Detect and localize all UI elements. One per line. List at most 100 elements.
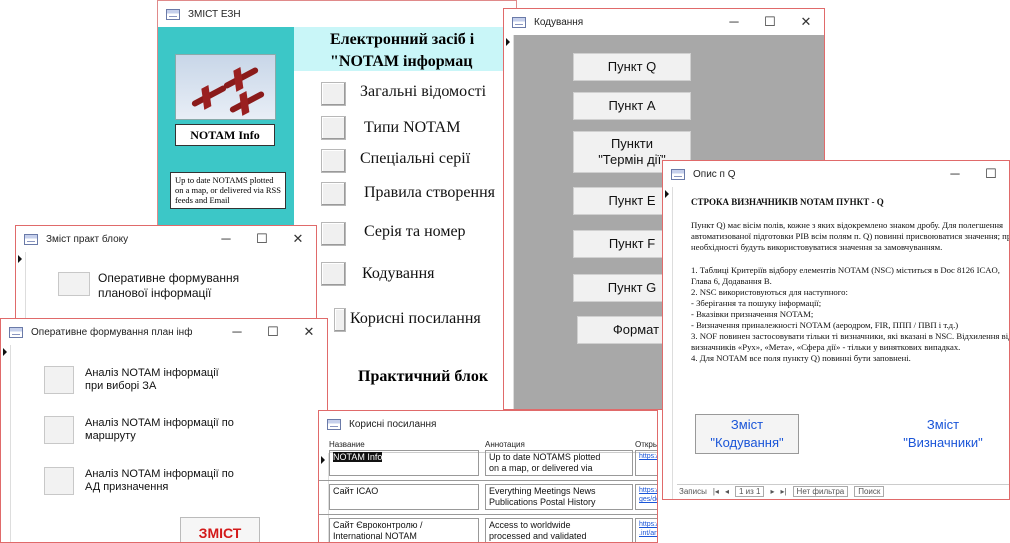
record-navigation: Записы |◂ ◂ 1 из 1 ▸ ▸| Нет фильтра Поис… [677,484,1009,498]
link-annotation-cell[interactable]: Access to worldwide processed and valida… [485,518,633,542]
notam-description: Up to date NOTAMS plotted on a map, or d… [170,172,286,209]
form-icon [327,418,341,430]
description-q-window: Опис п Q ─ ☐ СТРОКА ВИЗНАЧНИКІВ NOTAM ПУ… [662,160,1010,500]
main-title: ЗМІСТ ЕЗН [188,8,241,20]
button-punkt-q[interactable]: Пункт Q [573,53,691,81]
analysis-route-label: Аналіз NOTAM інформації по маршруту [85,417,234,442]
link-annotation-cell[interactable]: Up to date NOTAMS plotted on a map, or d… [485,450,633,476]
menu-label: Серія та номер [364,223,466,240]
menu-button-coding[interactable] [321,262,346,286]
link-url-cell[interactable]: https://www.eurocontrol .int/articles/in… [635,518,657,542]
analysis-route-button[interactable] [44,416,74,444]
menu-label: Загальні відомості [360,83,487,100]
analysis-destination-label: Аналіз NOTAM інформації по АД призначенн… [85,468,234,493]
practical-block-heading: Практичний блок [358,368,489,385]
form-icon [671,168,685,180]
table-row[interactable]: Сайт Євроконтролю / International NOTAM … [319,515,657,542]
jets-photo [175,54,276,120]
operative-title: Оперативне формування план інф [31,326,193,338]
menu-button-links[interactable] [334,308,346,332]
description-item: 3. NOF повинен застосовувати тільки ті в… [691,331,1010,352]
link-url-cell[interactable]: https:// ges/de... [635,484,657,510]
link-name-cell[interactable]: NOTAM Info [329,450,479,476]
practical-titlebar: Зміст практ блоку ─ ☐ ✕ [16,226,316,252]
minimize-icon[interactable]: ─ [219,319,255,345]
nav-first-icon[interactable]: |◂ [713,487,719,496]
nav-filter[interactable]: Нет фильтра [792,486,849,497]
links-titlebar: Корисні посилання [319,411,657,437]
description-item: - Зберігання та пошуку інформації; [691,298,822,308]
contents-qualifiers-button[interactable]: Зміст "Визначники" [885,414,1001,454]
jet-shape [222,66,260,90]
nav-last-icon[interactable]: ▸| [780,487,786,496]
record-selector[interactable] [16,252,26,324]
menu-button-rules[interactable] [321,182,346,206]
practical-contents-window: Зміст практ блоку ─ ☐ ✕ Оперативне форму… [15,225,317,325]
description-item: 4. Для NOTAM все поля пункту Q) повинні … [691,353,911,363]
nav-records-label: Записы [679,487,707,496]
coding-title: Кодування [534,16,584,28]
contents-coding-button[interactable]: Зміст "Кодування" [695,414,799,454]
maximize-icon[interactable]: ☐ [255,319,291,345]
table-row[interactable]: NOTAM Info Up to date NOTAMS plotted on … [319,447,657,481]
link-name-cell[interactable]: Сайт ICAO [329,484,479,510]
minimize-icon[interactable]: ─ [208,226,244,252]
menu-button-series[interactable] [321,149,346,173]
form-icon [512,16,526,28]
operative-formation-label: Оперативне формування планової інформаці… [98,271,240,300]
menu-label: Спеціальні серії [360,150,471,167]
maximize-icon[interactable]: ☐ [973,161,1009,187]
description-item: - Визначення приналежності NOTAM (аеродр… [691,320,959,330]
link-name-cell[interactable]: Сайт Євроконтролю / International NOTAM [329,518,479,542]
description-titlebar: Опис п Q ─ ☐ [663,161,1009,187]
menu-button-types[interactable] [321,116,346,140]
description-title: Опис п Q [693,168,736,180]
maximize-icon[interactable]: ☐ [244,226,280,252]
nav-next-icon[interactable]: ▸ [770,487,774,496]
analysis-destination-button[interactable] [44,467,74,495]
menu-button-number[interactable] [321,222,346,246]
record-selector[interactable] [504,35,514,409]
menu-button-general[interactable] [321,82,346,106]
minimize-icon[interactable]: ─ [716,9,752,35]
operative-window: Оперативне формування план інф ─ ☐ ✕ Ана… [0,318,328,543]
useful-links-window: Корисні посилання Название Аннотация Отк… [318,410,658,543]
links-title: Корисні посилання [349,418,437,430]
button-punkt-a[interactable]: Пункт А [573,92,691,120]
contents-button[interactable]: ЗМІСТ [180,517,260,542]
description-item: 1. Таблиці Критеріїв відбору елементів N… [691,265,1000,286]
page-title: Електронний засіб і "NOTAM інформац [330,31,475,70]
analysis-selection-label: Аналіз NOTAM інформації при виборі ЗА [85,367,219,392]
nav-search[interactable]: Поиск [854,486,885,497]
logo-panel: NOTAM Info Up to date NOTAMS plotted on … [158,27,294,257]
description-paragraph: Пункт Q) має вісім полів, кожне з яких в… [691,220,1010,252]
nav-prev-icon[interactable]: ◂ [725,487,729,496]
coding-titlebar: Кодування ─ ☐ ✕ [504,9,824,35]
notam-info-label: NOTAM Info [175,124,275,146]
operative-titlebar: Оперативне формування план інф ─ ☐ ✕ [1,319,327,345]
link-url-cell[interactable]: https:// [635,450,657,476]
operative-formation-button[interactable] [58,272,90,296]
close-icon[interactable]: ✕ [280,226,316,252]
maximize-icon[interactable]: ☐ [752,9,788,35]
menu-label: Корисні посилання [350,310,481,327]
practical-title: Зміст практ блоку [46,233,129,245]
menu-label: Кодування [362,265,435,282]
menu-label: Типи NOTAM [364,119,461,136]
record-selector[interactable] [1,345,11,542]
description-item: 2. NSC використовуються для наступного: [691,287,848,297]
table-row[interactable]: Сайт ICAO Everything Meetings News Publi… [319,481,657,515]
form-icon [9,326,23,338]
description-item: - Вказівки призначення NOTAM; [691,309,814,319]
menu-label: Правила створення [364,184,495,201]
close-icon[interactable]: ✕ [291,319,327,345]
close-icon[interactable]: ✕ [788,9,824,35]
minimize-icon[interactable]: ─ [937,161,973,187]
main-titlebar: ЗМІСТ ЕЗН [158,1,516,27]
link-name: NOTAM Info [333,452,383,462]
analysis-selection-button[interactable] [44,366,74,394]
link-annotation-cell[interactable]: Everything Meetings News Publications Po… [485,484,633,510]
record-selector[interactable] [663,187,673,499]
jet-shape [228,90,266,114]
nav-position[interactable]: 1 из 1 [734,486,765,497]
